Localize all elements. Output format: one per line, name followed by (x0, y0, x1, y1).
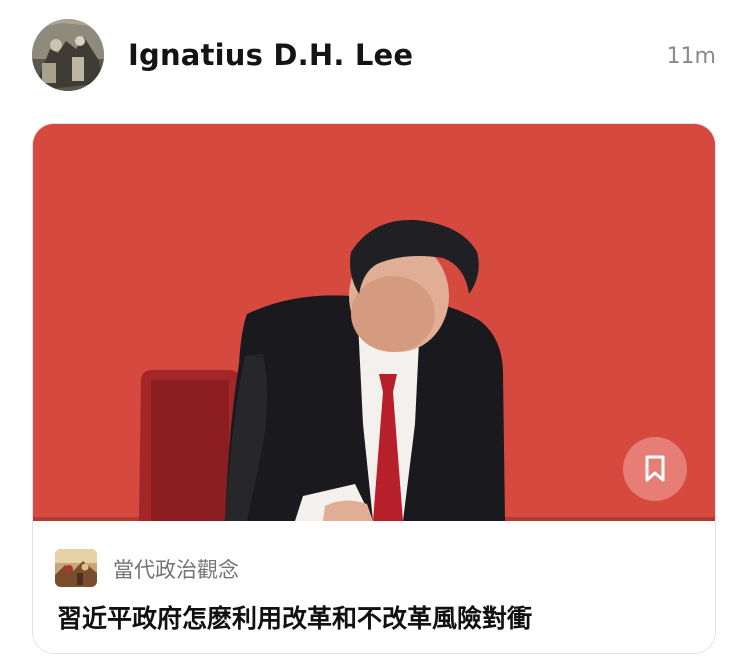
article-title[interactable]: 習近平政府怎麽利用改革和不改革風險對衝 (57, 599, 532, 635)
article-cover-image[interactable] (33, 124, 715, 521)
author-avatar[interactable] (32, 19, 104, 91)
article-card[interactable]: 當代政治觀念 習近平政府怎麽利用改革和不改革風險對衝 (32, 123, 716, 654)
author-name[interactable]: Ignatius D.H. Lee (128, 38, 413, 72)
publication-name[interactable]: 當代政治觀念 (113, 554, 239, 584)
post-timestamp: 11m (666, 44, 716, 69)
feed-post: Ignatius D.H. Lee 11m 當代政治觀念 習近平政府怎麽利用改革… (0, 0, 750, 667)
bookmark-button[interactable] (623, 437, 687, 501)
publication-icon[interactable] (55, 549, 97, 587)
article-card-footer: 當代政治觀念 習近平政府怎麽利用改革和不改革風險對衝 (33, 521, 715, 653)
post-header: Ignatius D.H. Lee 11m (0, 0, 750, 110)
bookmark-icon (644, 455, 666, 483)
